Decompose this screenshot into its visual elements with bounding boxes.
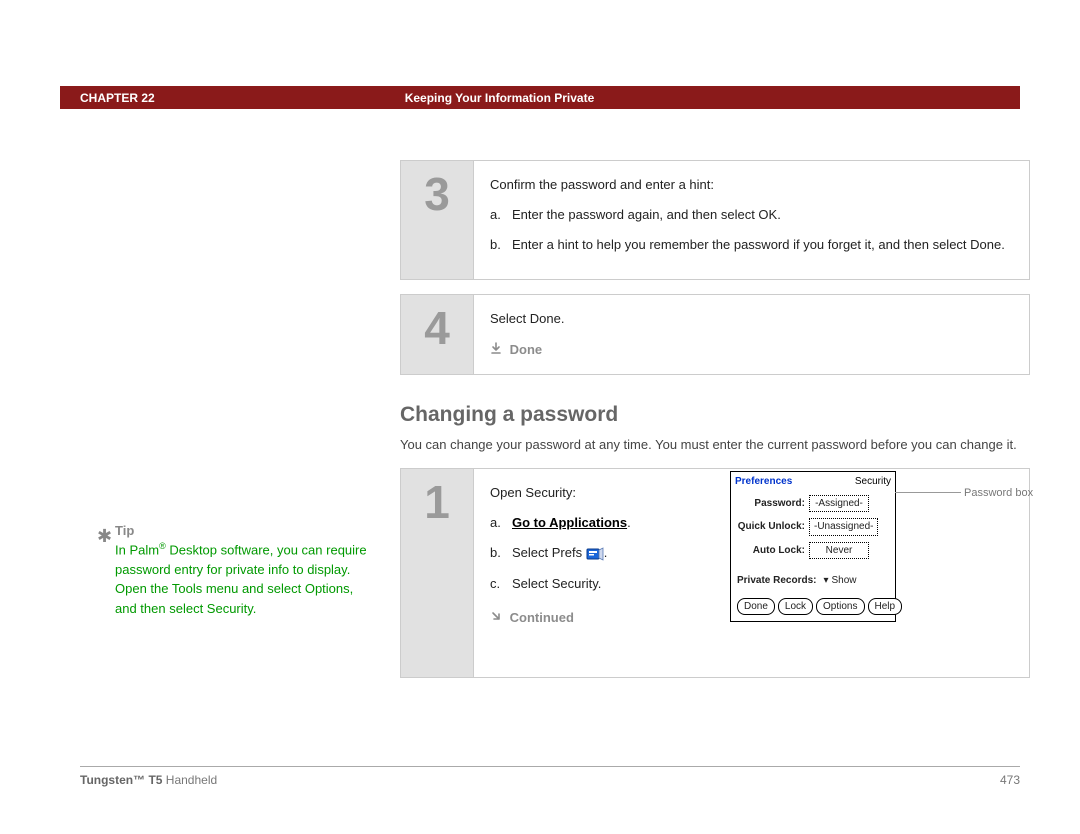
palm-quickunlock-value[interactable]: -Unassigned-	[809, 518, 878, 536]
step-number: 4	[401, 295, 473, 373]
substep-text: Enter the password again, and then selec…	[512, 205, 1013, 225]
palm-label: Private Records:	[737, 573, 820, 589]
substep-letter: c.	[490, 574, 512, 594]
tip-star-icon: ✱	[97, 526, 112, 547]
step-body: Select Done. Done	[473, 295, 1029, 373]
go-to-applications-link[interactable]: Go to Applications	[512, 515, 627, 530]
page-footer: Tungsten™ T5 Handheld 473	[80, 766, 1020, 787]
callout-label: Password box	[964, 485, 1033, 502]
step-number: 1	[401, 469, 473, 677]
substep-a: a. Enter the password again, and then se…	[490, 205, 1013, 225]
palm-autolock-row: Auto Lock: Never	[731, 539, 895, 563]
step-number: 3	[401, 161, 473, 279]
product-rest: Handheld	[162, 773, 217, 787]
palm-password-row: Password: -Assigned-	[731, 492, 895, 516]
palm-private-value[interactable]: Show	[832, 573, 857, 589]
tip-text: In Palm® Desktop software, you can requi…	[115, 540, 370, 618]
palm-private-row: Private Records: ▾ Show	[731, 570, 895, 592]
dropdown-arrow-icon[interactable]: ▾	[823, 573, 828, 589]
chapter-title: Keeping Your Information Private	[405, 91, 595, 105]
section-title: Changing a password	[400, 403, 1030, 427]
section-desc: You can change your password at any time…	[400, 435, 1030, 455]
product-bold: Tungsten™ T5	[80, 773, 162, 787]
substep-b: b. Enter a hint to help you remember the…	[490, 235, 1013, 255]
diagonal-arrow-icon	[490, 610, 506, 625]
palm-buttons: Done Lock Options Help	[731, 592, 895, 622]
palm-password-value[interactable]: -Assigned-	[809, 495, 869, 513]
down-arrow-icon	[490, 342, 506, 357]
palm-label: Auto Lock:	[737, 543, 809, 559]
palm-app-title: Preferences	[735, 474, 792, 490]
palm-autolock-value[interactable]: Never	[809, 542, 869, 560]
palm-label: Quick Unlock:	[737, 519, 809, 535]
substep-letter: a.	[490, 205, 512, 225]
palm-help-button[interactable]: Help	[868, 598, 903, 616]
palm-label: Password:	[737, 496, 809, 512]
substep-letter: b.	[490, 543, 512, 563]
done-label: Done	[510, 342, 543, 357]
palm-quickunlock-row: Quick Unlock: -Unassigned-	[731, 515, 895, 539]
palm-panel-name: Security	[855, 474, 891, 490]
palm-options-button[interactable]: Options	[816, 598, 864, 616]
tip-text-pre: In Palm	[115, 542, 159, 557]
text-pre: Select Prefs	[512, 545, 586, 560]
substep-letter: b.	[490, 235, 512, 255]
callout-line	[895, 492, 961, 493]
palm-security-screen: Preferences Security Password: -Assigned…	[730, 471, 896, 622]
step-text: Select Done.	[490, 309, 1013, 329]
tip-box: ✱ Tip In Palm® Desktop software, you can…	[115, 523, 370, 618]
substep-letter: a.	[490, 513, 512, 533]
page-number: 473	[1000, 773, 1020, 787]
step-lead: Confirm the password and enter a hint:	[490, 175, 1013, 195]
main-column: 3 Confirm the password and enter a hint:…	[400, 160, 1030, 692]
tip-label: Tip	[115, 523, 370, 538]
substep-text: Enter a hint to help you remember the pa…	[512, 235, 1013, 255]
palm-done-button[interactable]: Done	[737, 598, 775, 616]
prefs-icon	[586, 547, 604, 561]
registered-mark: ®	[159, 541, 166, 551]
product-name: Tungsten™ T5 Handheld	[80, 773, 217, 787]
text-post: .	[604, 545, 608, 560]
step-4: 4 Select Done. Done	[400, 294, 1030, 374]
chapter-label: CHAPTER 22	[80, 91, 155, 105]
step-body: Confirm the password and enter a hint: a…	[473, 161, 1029, 279]
step-body: Open Security: a. Go to Applications. b.…	[473, 469, 1029, 677]
continued-label: Continued	[510, 610, 574, 625]
palm-titlebar: Preferences Security	[731, 472, 895, 492]
chapter-header: CHAPTER 22 Keeping Your Information Priv…	[60, 86, 1020, 109]
step-1: 1 Open Security: a. Go to Applications. …	[400, 468, 1030, 678]
done-marker: Done	[490, 340, 1013, 360]
step-3: 3 Confirm the password and enter a hint:…	[400, 160, 1030, 280]
palm-lock-button[interactable]: Lock	[778, 598, 813, 616]
period: .	[627, 515, 631, 530]
